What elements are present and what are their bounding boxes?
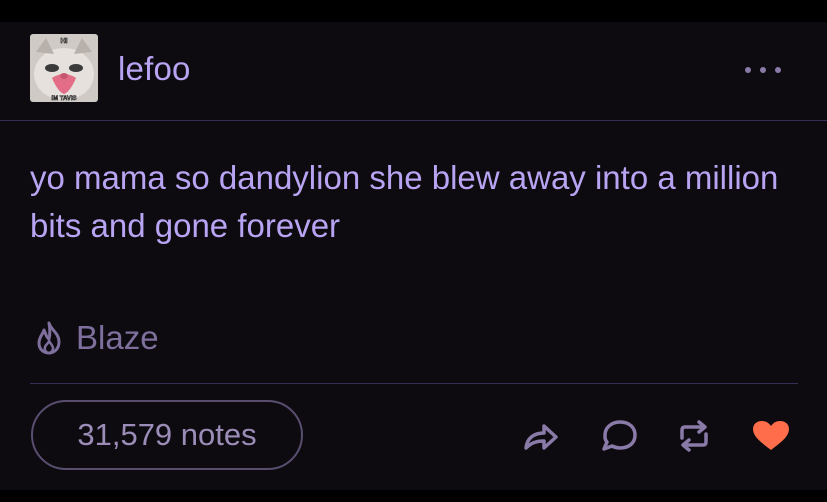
post-header: HI IM TAVIS lefoo	[0, 22, 827, 121]
footer-divider	[30, 383, 798, 384]
post-body-text: yo mama so dandylion she blew away into …	[30, 159, 779, 244]
more-dots-icon[interactable]	[745, 66, 781, 74]
reply-button[interactable]	[600, 414, 640, 458]
username-link[interactable]: lefoo	[118, 50, 191, 88]
share-button[interactable]	[522, 414, 560, 458]
post-card: HI IM TAVIS lefoo yo mama so dandylion s…	[0, 22, 827, 490]
speech-bubble-icon	[602, 420, 637, 451]
notes-count-button[interactable]: 31,579 notes	[31, 400, 303, 470]
flame-icon	[37, 321, 61, 355]
avatar[interactable]: HI IM TAVIS	[30, 34, 98, 102]
avatar-caption-top: HI	[61, 38, 68, 45]
avatar-caption-bottom: IM TAVIS	[51, 96, 76, 102]
heart-icon	[753, 421, 789, 450]
blaze-label: Blaze	[76, 319, 159, 356]
blaze-button[interactable]: Blaze	[34, 318, 159, 358]
share-arrow-icon	[524, 424, 558, 450]
like-button[interactable]	[750, 414, 792, 458]
notes-label: 31,579 notes	[77, 417, 257, 452]
reblog-button[interactable]	[674, 414, 714, 458]
reblog-icon	[680, 420, 708, 452]
